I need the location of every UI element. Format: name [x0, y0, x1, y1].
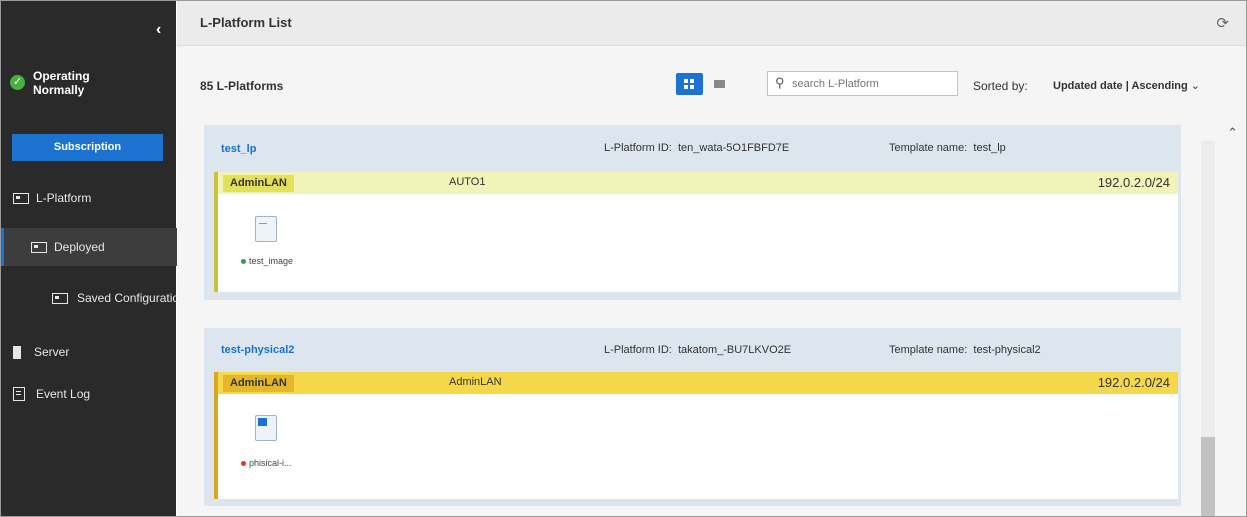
- chevron-down-icon: ⌄: [1190, 80, 1200, 92]
- deployed-icon: [31, 241, 47, 253]
- title-bar: L-Platform List ⟳: [177, 1, 1246, 46]
- network-address: 192.0.2.0/24: [1097, 175, 1170, 190]
- chevron-left-icon[interactable]: ‹: [156, 21, 161, 39]
- platform-count: 85 L-Platforms: [200, 79, 284, 93]
- search-icon: ⚲: [775, 75, 785, 90]
- template-label: Template name:: [889, 344, 968, 356]
- network-name: AdminLAN: [449, 376, 502, 388]
- search-input[interactable]: [792, 75, 952, 92]
- check-circle-icon: ✓: [10, 75, 25, 90]
- sidebar-item-server[interactable]: Server: [1, 342, 188, 362]
- scroll-up-icon[interactable]: ⌃: [1227, 125, 1238, 141]
- status-indicator: ✓ Operating Normally: [10, 69, 113, 97]
- l-platform-icon: [13, 192, 29, 204]
- sidebar-item-label: Server: [34, 345, 70, 359]
- template-value: test-physical2: [973, 344, 1041, 356]
- network-segment: AdminLAN AdminLAN 192.0.2.0/24 phisical-…: [214, 372, 1178, 499]
- sort-label: Sorted by:: [973, 79, 1028, 93]
- server-name: phisical-i...: [249, 458, 292, 468]
- server-label[interactable]: test_image: [241, 256, 293, 266]
- platform-id-label: L-Platform ID:: [604, 344, 672, 356]
- server-label[interactable]: phisical-i...: [241, 458, 292, 468]
- network-address: 192.0.2.0/24: [1097, 375, 1170, 390]
- sidebar: ‹ ✓ Operating Normally Subscription L-Pl…: [1, 1, 206, 516]
- page-title: L-Platform List: [200, 15, 292, 30]
- saved-configurations-icon: [52, 293, 68, 304]
- server-name: test_image: [249, 256, 294, 266]
- main-content: L-Platform List ⟳ 85 L-Platforms ⚲ Sorte…: [177, 1, 1246, 516]
- template-name: Template name: test_lp: [889, 142, 1006, 154]
- scrollbar-thumb[interactable]: [1201, 437, 1215, 516]
- status-text: Operating Normally: [33, 69, 90, 97]
- platform-id-value: ten_wata-5O1FBFD7E: [677, 142, 790, 154]
- status-dot-icon: [241, 259, 246, 265]
- network-name: AUTO1: [449, 176, 486, 188]
- table-view-button[interactable]: [706, 73, 733, 95]
- sidebar-item-deployed[interactable]: Deployed: [1, 228, 206, 266]
- search-box[interactable]: ⚲: [767, 71, 958, 96]
- platform-card[interactable]: test-physical2 L-Platform ID: takatom_-B…: [204, 328, 1181, 506]
- sidebar-item-event-log[interactable]: Event Log: [1, 384, 188, 404]
- network-tag: AdminLAN: [223, 175, 294, 192]
- sort-value: Updated date | Ascending: [1053, 80, 1188, 92]
- network-segment: AdminLAN AUTO1 192.0.2.0/24 test_image: [214, 172, 1178, 292]
- platform-id-label: L-Platform ID:: [604, 142, 672, 154]
- platform-id: L-Platform ID: takatom_-BU7LKVO2E: [604, 344, 791, 356]
- sort-dropdown[interactable]: Updated date | Ascending ⌄: [1053, 79, 1200, 92]
- status-dot-icon: [241, 461, 246, 467]
- sidebar-item-label: Saved Configurations: [77, 291, 192, 305]
- server-icon: [13, 345, 21, 359]
- network-bar[interactable]: [214, 372, 1178, 394]
- platform-id-value: takatom_-BU7LKVO2E: [677, 344, 792, 356]
- grid-view-button[interactable]: [676, 73, 703, 95]
- platform-card[interactable]: test_lp L-Platform ID: ten_wata-5O1FBFD7…: [204, 125, 1181, 300]
- sidebar-item-label: L-Platform: [36, 191, 92, 205]
- platform-name-link[interactable]: test-physical2: [221, 344, 294, 356]
- network-edge: [214, 372, 218, 499]
- server-image-icon[interactable]: [255, 216, 277, 242]
- event-log-icon: [13, 387, 25, 401]
- template-value: test_lp: [973, 142, 1006, 154]
- template-name: Template name: test-physical2: [889, 344, 1041, 356]
- table-icon: [714, 80, 725, 88]
- network-bar[interactable]: [214, 172, 1178, 194]
- network-edge: [214, 172, 218, 292]
- sidebar-item-l-platform[interactable]: L-Platform: [1, 187, 188, 209]
- refresh-icon[interactable]: ⟳: [1216, 14, 1229, 32]
- network-tag: AdminLAN: [223, 375, 294, 392]
- sidebar-item-label: Event Log: [36, 387, 91, 401]
- platform-name-link[interactable]: test_lp: [221, 143, 256, 155]
- template-label: Template name:: [889, 142, 968, 154]
- platform-id: L-Platform ID: ten_wata-5O1FBFD7E: [604, 142, 789, 154]
- server-image-icon[interactable]: [255, 415, 277, 441]
- sidebar-item-label: Deployed: [54, 240, 105, 254]
- subscription-button[interactable]: Subscription: [12, 134, 163, 161]
